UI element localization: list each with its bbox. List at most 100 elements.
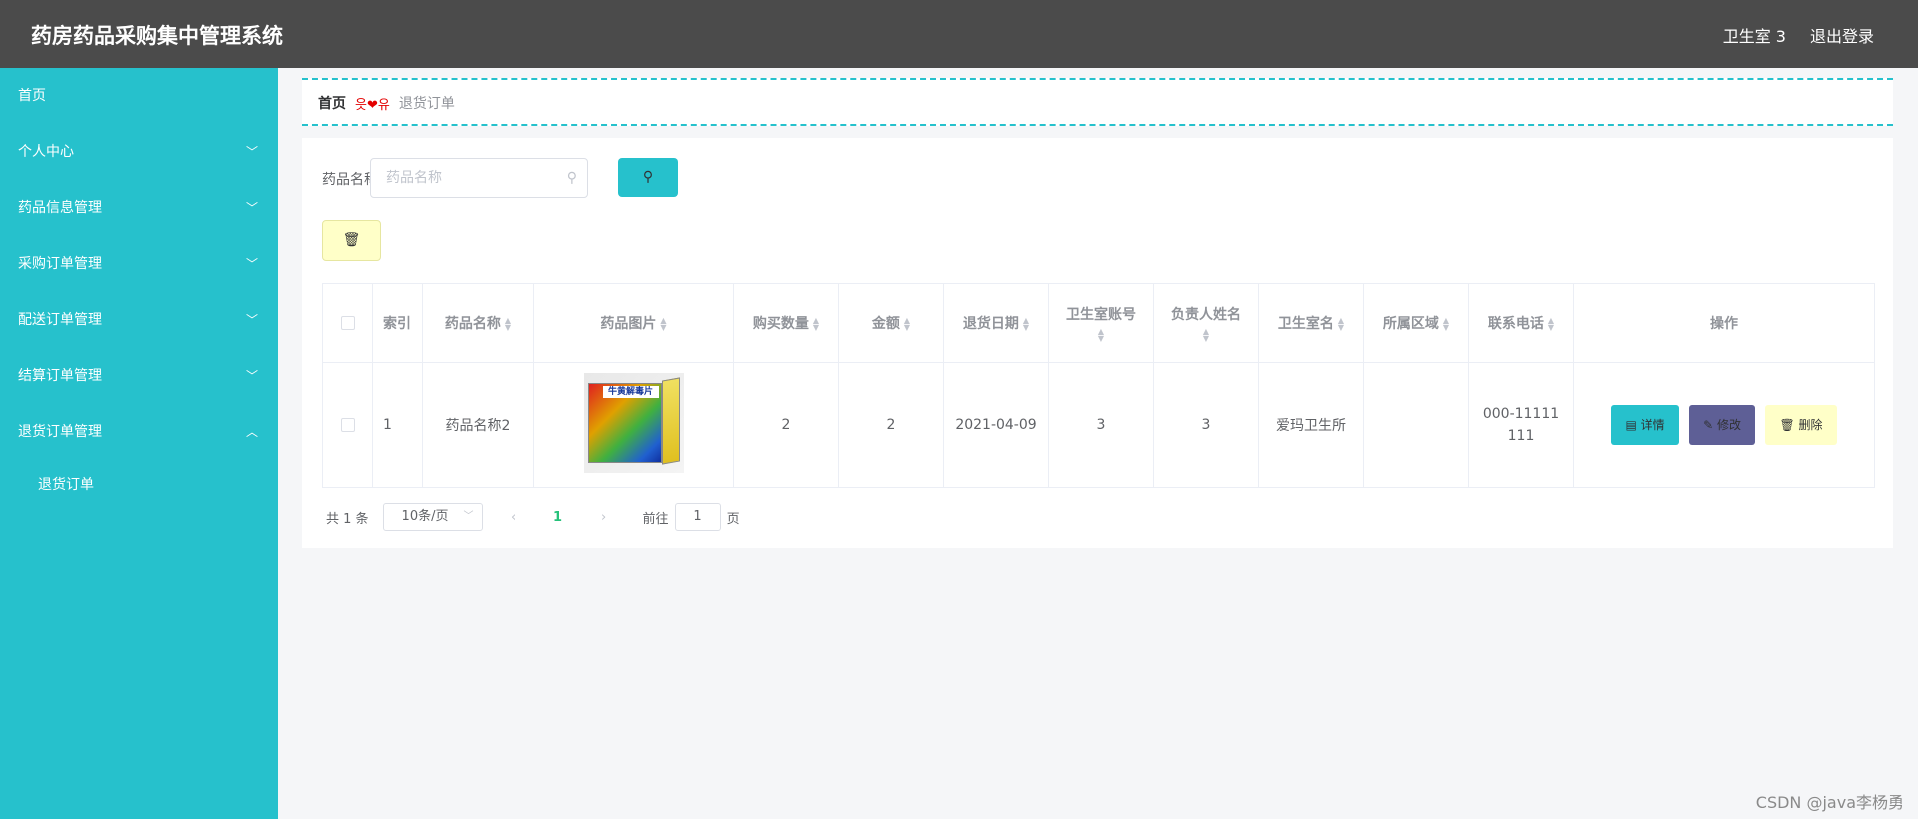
table-row: 1 药品名称2 牛黄解毒片 2 2 2021-04-09 3 3 爱玛卫生所 0… <box>322 362 1875 488</box>
header-date-label: 退货日期 <box>962 316 1019 332</box>
pagination-total: 共 1 条 <box>326 511 369 527</box>
sidebar-item-delivery-orders[interactable]: 配送订单管理 ﹀ <box>0 292 278 348</box>
chevron-down-icon: ﹀ <box>245 369 258 383</box>
cell-phone: 000-11111111 <box>1468 362 1574 488</box>
header-clinic[interactable]: 卫生室名 ▲ ▼ <box>1258 283 1364 363</box>
detail-label: 详情 <box>1640 418 1665 432</box>
goto-page-input[interactable]: 1 <box>674 503 721 531</box>
document-icon: ▤ <box>1625 418 1641 432</box>
cell-date: 2021-04-09 <box>943 362 1049 488</box>
header-account-label: 卫生室账号 <box>1066 307 1136 323</box>
header-qty-label: 购买数量 <box>752 316 809 332</box>
breadcrumb-current: 退货订单 <box>398 96 455 112</box>
cell-account: 3 <box>1048 362 1154 488</box>
sort-icon[interactable]: ▲ ▼ <box>1443 317 1449 332</box>
cell-clinic: 爱玛卫生所 <box>1258 362 1364 488</box>
header-person[interactable]: 负责人姓名 ▲ ▼ <box>1153 283 1259 363</box>
sort-icon[interactable]: ▲ ▼ <box>660 317 666 332</box>
logout-link[interactable]: 退出登录 <box>1810 23 1874 47</box>
chevron-down-icon: ﹀ <box>245 313 258 327</box>
sidebar-item-label: 个人中心 <box>18 144 74 160</box>
sort-icon[interactable]: ▲ ▼ <box>904 317 910 332</box>
cell-name: 药品名称2 <box>422 362 534 488</box>
page-size-select[interactable]: 10条/页 ﹀ <box>382 503 483 531</box>
header-person-label: 负责人姓名 <box>1171 307 1241 323</box>
sort-icon[interactable]: ▲ ▼ <box>1154 328 1258 343</box>
header-name-label: 药品名称 <box>444 316 501 332</box>
chevron-down-icon: ﹀ <box>245 201 258 215</box>
batch-delete-button[interactable]: 🗑 <box>322 220 381 261</box>
breadcrumb-home[interactable]: 首页 <box>318 93 346 113</box>
sidebar-item-home[interactable]: 首页 <box>0 68 278 124</box>
header-image[interactable]: 药品图片 ▲ ▼ <box>533 283 734 363</box>
header-account[interactable]: 卫生室账号 ▲ ▼ <box>1048 283 1154 363</box>
cell-amount: 2 <box>838 362 944 488</box>
watermark: CSDN @java李杨勇 <box>1755 793 1904 812</box>
drug-box-side <box>661 377 680 465</box>
table-header-row: 索引 药品名称 ▲ ▼ 药品图片 ▲ ▼ 购买数量 ▲ ▼ 金额 ▲ ▼ 退货日期 ▲ ▼ 卫生室账… <box>322 283 1875 363</box>
pencil-icon: ✎ <box>1703 418 1717 432</box>
sidebar-item-purchase-orders[interactable]: 采购订单管理 ﹀ <box>0 236 278 292</box>
sidebar-item-label: 结算订单管理 <box>18 368 102 384</box>
sort-icon[interactable]: ▲ ▼ <box>1049 328 1153 343</box>
header-area[interactable]: 所属区域 ▲ ▼ <box>1363 283 1469 363</box>
goto-suffix: 页 <box>726 511 740 527</box>
sidebar-item-personal-center[interactable]: 个人中心 ﹀ <box>0 124 278 180</box>
header-amount-label: 金额 <box>871 316 900 332</box>
app-title: 药房药品采购集中管理系统 <box>31 24 283 48</box>
content-panel: 药品名称 ⚲ ⚲ 🗑 索引 药品名称▲▼ 药品图片▲▼ <box>302 138 1893 548</box>
chevron-up-icon: ︿ <box>245 425 258 439</box>
header-amount[interactable]: 金额 ▲ ▼ <box>838 283 944 363</box>
cell-image: 牛黄解毒片 <box>533 362 734 488</box>
drug-box-label: 牛黄解毒片 <box>602 386 659 398</box>
header-name[interactable]: 药品名称 ▲ ▼ <box>422 283 534 363</box>
header-phone[interactable]: 联系电话 ▲ ▼ <box>1468 283 1574 363</box>
edit-button[interactable]: ✎ 修改 <box>1689 405 1755 445</box>
main-content: 首页 읏❤유 退货订单 药品名称 ⚲ ⚲ 🗑 <box>278 68 1918 819</box>
sort-icon[interactable]: ▲ ▼ <box>1338 317 1344 332</box>
search-button[interactable]: ⚲ <box>618 158 678 197</box>
header-phone-label: 联系电话 <box>1487 316 1544 332</box>
detail-button[interactable]: ▤ 详情 <box>1611 405 1679 445</box>
header-area-label: 所属区域 <box>1382 316 1439 332</box>
trash-icon: 🗑 <box>1779 418 1799 432</box>
search-input[interactable] <box>386 168 556 188</box>
pagination: 共 1 条 10条/页 ﹀ ‹ 1 › 前往 1 页 <box>326 502 740 532</box>
sidebar-item-return-orders[interactable]: 退货订单管理 ︿ <box>0 404 278 460</box>
orders-table: 索引 药品名称 ▲ ▼ 药品图片 ▲ ▼ 购买数量 ▲ ▼ 金额 ▲ ▼ 退货日期 ▲ ▼ 卫生室账… <box>322 283 1875 488</box>
goto-prefix: 前往 <box>642 511 669 527</box>
user-name[interactable]: 卫生室 3 <box>1723 23 1786 47</box>
drug-box-front: 牛黄解毒片 <box>587 383 662 463</box>
sort-icon[interactable]: ▲ ▼ <box>1023 317 1029 332</box>
header-date[interactable]: 退货日期 ▲ ▼ <box>943 283 1049 363</box>
header-image-label: 药品图片 <box>600 316 657 332</box>
sidebar-item-label: 采购订单管理 <box>18 256 102 272</box>
breadcrumb-separator: 읏❤유 <box>355 97 390 113</box>
cell-person: 3 <box>1153 362 1259 488</box>
next-page-button[interactable]: › <box>589 510 619 525</box>
sort-icon[interactable]: ▲ ▼ <box>505 317 511 332</box>
header-qty[interactable]: 购买数量 ▲ ▼ <box>733 283 839 363</box>
cell-select <box>322 362 373 488</box>
select-all-checkbox[interactable] <box>340 316 355 330</box>
sort-icon[interactable]: ▲ ▼ <box>813 317 819 332</box>
search-icon: ⚲ <box>642 169 654 185</box>
header-ops: 操作 <box>1573 283 1875 363</box>
search-box: ⚲ <box>370 158 588 198</box>
sidebar-item-drug-info[interactable]: 药品信息管理 ﹀ <box>0 180 278 236</box>
sidebar-item-label: 配送订单管理 <box>18 312 102 328</box>
chevron-down-icon: ﹀ <box>463 511 474 522</box>
prev-page-button[interactable]: ‹ <box>499 510 529 525</box>
page-size-value: 10条/页 <box>401 509 449 524</box>
edit-label: 修改 <box>1716 418 1741 432</box>
sidebar-subitem-return-order[interactable]: 退货订单 <box>0 460 278 510</box>
sidebar-item-settlement-orders[interactable]: 结算订单管理 ﹀ <box>0 348 278 404</box>
sort-icon[interactable]: ▲ ▼ <box>1548 317 1554 332</box>
delete-button[interactable]: 🗑 删除 <box>1765 405 1837 445</box>
chevron-down-icon: ﹀ <box>245 145 258 159</box>
breadcrumb-bar: 首页 읏❤유 退货订单 <box>302 78 1893 126</box>
header-index-label: 索引 <box>383 316 411 332</box>
page-number-current[interactable]: 1 <box>543 510 573 525</box>
row-checkbox[interactable] <box>340 418 355 432</box>
cell-area <box>1363 362 1469 488</box>
